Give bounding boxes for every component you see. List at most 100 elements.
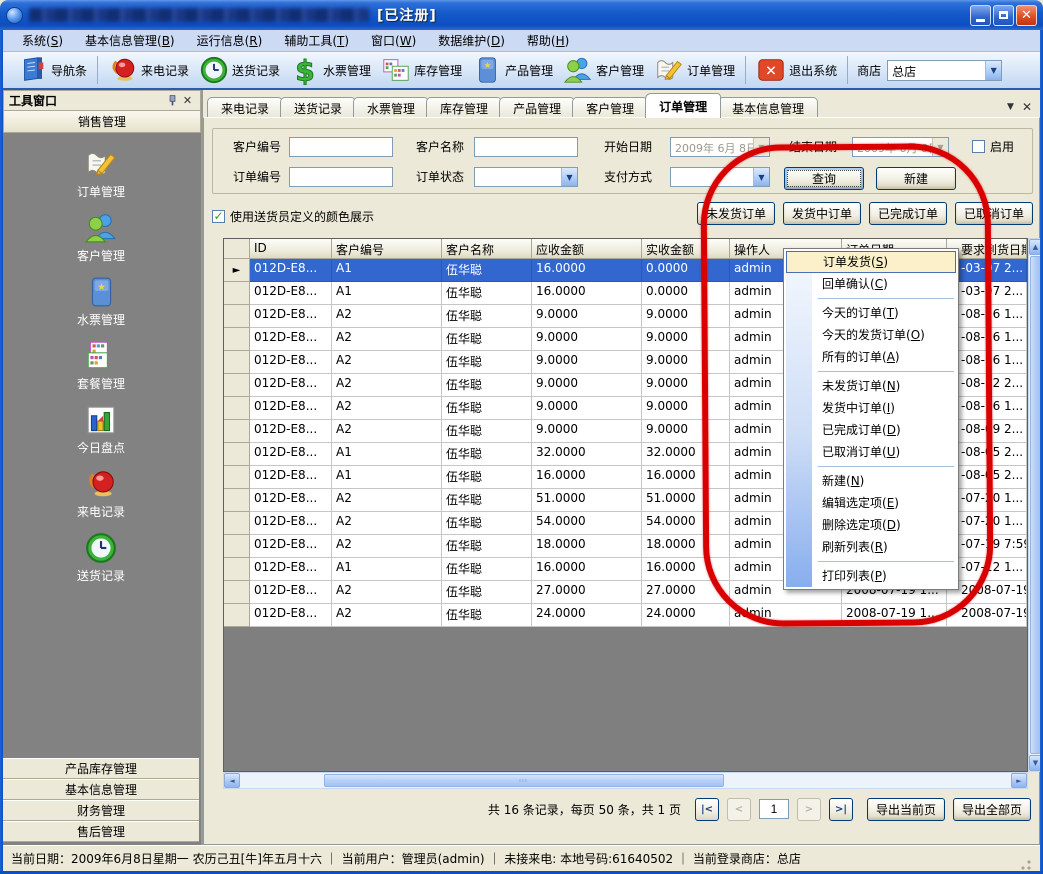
tab-客户管理[interactable]: 客户管理: [572, 97, 648, 118]
tab-产品管理[interactable]: 产品管理: [499, 97, 575, 118]
tab-送货记录[interactable]: 送货记录: [280, 97, 356, 118]
toolbar-button-dollar[interactable]: $水票管理: [285, 53, 376, 87]
export-all-pages-button[interactable]: 导出全部页: [953, 798, 1031, 821]
context-menu-item-回单确认[interactable]: 回单确认(C): [786, 273, 956, 295]
context-menu-item-今天的订单[interactable]: 今天的订单(T): [786, 302, 956, 324]
tab-基本信息管理[interactable]: 基本信息管理: [718, 97, 818, 118]
status-filter-button-2[interactable]: 已完成订单: [869, 202, 947, 225]
sidebar-section-1[interactable]: 基本信息管理: [3, 779, 199, 800]
menu-item-S[interactable]: 系统(S): [11, 30, 74, 51]
row-selector-cell[interactable]: [224, 466, 250, 489]
sidebar-item-card[interactable]: ★水票管理: [3, 275, 199, 339]
sidebar-section-3[interactable]: 售后管理: [3, 821, 199, 842]
scroll-right-icon[interactable]: ►: [1011, 773, 1027, 788]
context-menu-item-新建[interactable]: 新建(N): [786, 470, 956, 492]
status-filter-button-1[interactable]: 发货中订单: [783, 202, 861, 225]
menu-item-D[interactable]: 数据维护(D): [427, 30, 516, 51]
first-page-button[interactable]: |<: [695, 798, 719, 821]
context-menu-item-未发货订单[interactable]: 未发货订单(N): [786, 375, 956, 397]
row-selector-cell[interactable]: [224, 282, 250, 305]
menu-item-B[interactable]: 基本信息管理(B): [74, 30, 186, 51]
prev-page-button[interactable]: <: [727, 798, 751, 821]
payment-method-select[interactable]: ▼: [670, 167, 770, 187]
context-menu-item-已完成订单[interactable]: 已完成订单(D): [786, 419, 956, 441]
query-button[interactable]: 查询: [784, 167, 864, 190]
menu-item-W[interactable]: 窗口(W): [360, 30, 427, 51]
context-menu-item-发货中订单[interactable]: 发货中订单(I): [786, 397, 956, 419]
horizontal-scrollbar[interactable]: ◄ ►: [223, 772, 1028, 789]
color-display-checkbox[interactable]: ✓: [212, 210, 225, 223]
context-menu-item-订单发货[interactable]: 订单发货(S): [786, 251, 956, 273]
row-selector-cell[interactable]: [224, 558, 250, 581]
toolbar-button-incoming-call[interactable]: 来电记录: [103, 53, 194, 87]
maximize-button[interactable]: [993, 5, 1014, 26]
customer-no-input[interactable]: [289, 137, 393, 157]
row-selector-cell[interactable]: [224, 512, 250, 535]
customer-name-input[interactable]: [474, 137, 578, 157]
tab-水票管理[interactable]: 水票管理: [353, 97, 429, 118]
resize-grip[interactable]: [1020, 859, 1032, 871]
minimize-button[interactable]: [970, 5, 991, 26]
row-selector-cell[interactable]: [224, 581, 250, 604]
row-selector-cell[interactable]: [224, 443, 250, 466]
row-selector-cell[interactable]: [224, 328, 250, 351]
tool-window-close-icon[interactable]: ✕: [180, 93, 195, 108]
sidebar-item-chart[interactable]: 今日盘点: [3, 403, 199, 467]
column-header-1[interactable]: 客户编号: [332, 239, 442, 259]
toolbar-button-order[interactable]: 订单管理: [649, 53, 740, 87]
column-header-4[interactable]: 实收金额: [642, 239, 730, 259]
row-selector-cell[interactable]: [224, 604, 250, 627]
sidebar-item-customer[interactable]: 客户管理: [3, 211, 199, 275]
status-filter-button-0[interactable]: 未发货订单: [697, 202, 775, 225]
context-menu-item-刷新列表[interactable]: 刷新列表(R): [786, 536, 956, 558]
pin-icon[interactable]: [165, 93, 180, 108]
export-current-page-button[interactable]: 导出当前页: [867, 798, 945, 821]
menu-item-R[interactable]: 运行信息(R): [186, 30, 274, 51]
toolbar-button-exit[interactable]: ✕退出系统: [751, 53, 842, 87]
sidebar-item-incoming-call[interactable]: 来电记录: [3, 467, 199, 531]
toolbar-button-navbar[interactable]: 导航条: [13, 53, 92, 87]
context-menu-item-删除选定项[interactable]: 删除选定项(D): [786, 514, 956, 536]
context-menu-item-编辑选定项[interactable]: 编辑选定项(E): [786, 492, 956, 514]
row-selector-cell[interactable]: ►: [224, 259, 250, 282]
horizontal-scroll-thumb[interactable]: [324, 774, 724, 787]
context-menu-item-所有的订单[interactable]: 所有的订单(A): [786, 346, 956, 368]
column-header-2[interactable]: 客户名称: [442, 239, 532, 259]
tab-来电记录[interactable]: 来电记录: [207, 97, 283, 118]
new-button[interactable]: 新建: [876, 167, 956, 190]
table-row[interactable]: 012D-E8...A2伍华聪24.000024.0000admin2008-0…: [224, 604, 1027, 627]
row-selector-cell[interactable]: [224, 374, 250, 397]
toolbar-button-card[interactable]: ★产品管理: [467, 53, 558, 87]
last-page-button[interactable]: >|: [829, 798, 853, 821]
row-selector-cell[interactable]: [224, 305, 250, 328]
page-number-input[interactable]: [759, 799, 789, 819]
menu-item-T[interactable]: 辅助工具(T): [273, 30, 360, 51]
column-header-0[interactable]: ID: [250, 239, 332, 259]
row-selector-cell[interactable]: [224, 397, 250, 420]
sidebar-item-package[interactable]: 套餐管理: [3, 339, 199, 403]
start-date-picker[interactable]: 2009年 6月 8日 ▼: [670, 137, 770, 157]
next-page-button[interactable]: >: [797, 798, 821, 821]
sidebar-section-sales[interactable]: 销售管理: [3, 111, 201, 133]
column-header-7[interactable]: 要求到货日期: [947, 239, 1027, 259]
sidebar-section-2[interactable]: 财务管理: [3, 800, 199, 821]
status-filter-button-3[interactable]: 已取消订单: [955, 202, 1033, 225]
context-menu-item-今天的发货订单[interactable]: 今天的发货订单(O): [786, 324, 956, 346]
row-selector-cell[interactable]: [224, 351, 250, 374]
sidebar-item-order[interactable]: 订单管理: [3, 147, 199, 211]
enable-date-checkbox[interactable]: [972, 140, 985, 153]
toolbar-button-delivery[interactable]: 送货记录: [194, 53, 285, 87]
close-button[interactable]: ✕: [1016, 5, 1037, 26]
toolbar-button-inventory[interactable]: 库存管理: [376, 53, 467, 87]
context-menu-item-已取消订单[interactable]: 已取消订单(U): [786, 441, 956, 463]
row-selector-cell[interactable]: [224, 420, 250, 443]
tab-close-icon[interactable]: ✕: [1022, 100, 1032, 114]
end-date-picker[interactable]: 2009年 6月 8日 ▼: [852, 137, 949, 157]
sidebar-item-delivery[interactable]: 送货记录: [3, 531, 199, 595]
shop-select[interactable]: 总店▼: [887, 60, 1002, 81]
row-selector-cell[interactable]: [224, 535, 250, 558]
sidebar-section-0[interactable]: 产品库存管理: [3, 758, 199, 779]
order-status-select[interactable]: ▼: [474, 167, 578, 187]
toolbar-button-customer[interactable]: 客户管理: [558, 53, 649, 87]
scroll-left-icon[interactable]: ◄: [224, 773, 240, 788]
